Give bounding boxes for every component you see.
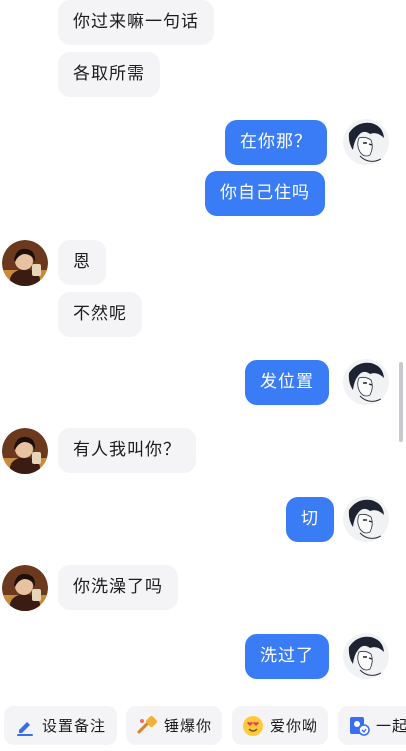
my-avatar[interactable] bbox=[343, 359, 389, 405]
message-bubble[interactable]: 恩 bbox=[58, 240, 106, 285]
quick-action-bar[interactable]: 设置备注 锤爆你 爱你呦 一起 bbox=[0, 700, 406, 751]
my-avatar[interactable] bbox=[343, 119, 389, 165]
message-text: 不然呢 bbox=[73, 304, 127, 324]
message-bubble[interactable]: 你洗澡了吗 bbox=[58, 565, 178, 610]
set-remark-button[interactable]: 设置备注 bbox=[4, 706, 117, 745]
message-text: 有人我叫你？ bbox=[73, 440, 181, 460]
love-you-button[interactable]: 爱你呦 bbox=[232, 706, 328, 745]
together-button[interactable]: 一起 bbox=[338, 706, 406, 745]
pencil-icon bbox=[17, 721, 33, 736]
chip-label: 设置备注 bbox=[42, 717, 107, 735]
message-bubble[interactable]: 你自己住吗 bbox=[205, 171, 325, 216]
message-text: 切 bbox=[301, 509, 319, 529]
message-bubble[interactable]: 洗过了 bbox=[245, 634, 329, 679]
message-bubble[interactable]: 不然呢 bbox=[58, 292, 142, 337]
message-text: 洗过了 bbox=[260, 646, 314, 666]
message-bubble[interactable]: 有人我叫你？ bbox=[58, 428, 196, 473]
profile-card-icon bbox=[350, 716, 370, 736]
message-text: 你过来嘛一句话 bbox=[73, 12, 199, 32]
my-avatar[interactable] bbox=[343, 496, 389, 542]
message-bubble[interactable]: 发位置 bbox=[245, 360, 329, 405]
message-text: 在你那？ bbox=[240, 132, 312, 152]
hammer-you-button[interactable]: 锤爆你 bbox=[126, 706, 222, 745]
message-text: 恩 bbox=[73, 252, 91, 272]
contact-avatar[interactable] bbox=[2, 240, 48, 286]
chip-label: 一起 bbox=[376, 717, 406, 735]
chip-label: 锤爆你 bbox=[163, 717, 212, 735]
message-bubble[interactable]: 各取所需 bbox=[58, 52, 160, 97]
message-text: 发位置 bbox=[260, 372, 314, 392]
message-text: 你自己住吗 bbox=[220, 183, 310, 203]
my-avatar[interactable] bbox=[343, 633, 389, 679]
message-text: 你洗澡了吗 bbox=[73, 577, 163, 597]
chat-message-list[interactable]: 你过来嘛一句话 各取所需 在你那？ 你自己住吗 恩 不然呢 发位置 有人我叫你？… bbox=[0, 0, 406, 700]
message-bubble[interactable]: 你过来嘛一句话 bbox=[58, 0, 214, 45]
contact-avatar[interactable] bbox=[2, 428, 48, 474]
message-bubble[interactable]: 切 bbox=[286, 497, 334, 542]
hammer-icon bbox=[137, 715, 158, 733]
message-bubble[interactable]: 在你那？ bbox=[225, 120, 327, 165]
message-text: 各取所需 bbox=[73, 64, 145, 84]
contact-avatar[interactable] bbox=[2, 565, 48, 611]
chip-label: 爱你呦 bbox=[269, 717, 318, 735]
scrollbar[interactable] bbox=[399, 362, 403, 442]
heart-eyes-emoji-icon bbox=[242, 715, 263, 736]
